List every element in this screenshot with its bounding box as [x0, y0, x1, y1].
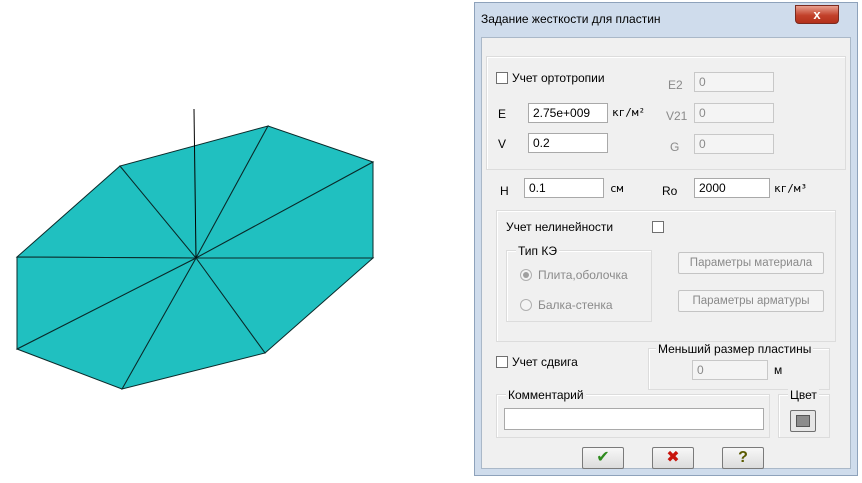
help-icon: ? — [738, 449, 748, 466]
v21-field[interactable]: 0 — [694, 103, 774, 123]
ro-field[interactable]: 2000 — [694, 178, 770, 198]
close-button[interactable]: x — [795, 5, 839, 24]
nonlinearity-label: Учет нелинейности — [506, 220, 614, 234]
model-viewport[interactable] — [0, 0, 470, 480]
e-unit: кг/м² — [612, 106, 646, 119]
radio-wall-beam[interactable] — [520, 299, 532, 311]
cancel-button[interactable]: ✖ — [652, 447, 694, 469]
e2-field[interactable]: 0 — [694, 72, 774, 92]
dialog-client-area: Учет ортотропии E 2.75e+009 кг/м² V 0.2 … — [481, 37, 851, 469]
e2-label: E2 — [668, 78, 683, 92]
min-plate-size-field[interactable]: 0 — [692, 360, 768, 380]
reinforcement-params-button[interactable]: Параметры арматуры — [678, 290, 824, 312]
title-bar[interactable]: Задание жесткости для пластин x — [475, 3, 857, 37]
g-field[interactable]: 0 — [694, 134, 774, 154]
radio-wall-beam-label: Балка-стенка — [538, 298, 613, 312]
v21-label: V21 — [666, 109, 688, 123]
checkmark-icon: ✔ — [596, 449, 610, 466]
plate-mesh-drawing — [15, 108, 375, 390]
nonlinearity-checkbox[interactable] — [652, 221, 664, 233]
e-field[interactable]: 2.75e+009 — [528, 103, 608, 123]
close-icon: ✖ — [666, 449, 680, 466]
h-unit: см — [610, 182, 624, 195]
plate-stiffness-dialog: Задание жесткости для пластин x Учет орт… — [474, 2, 858, 476]
h-label: H — [500, 184, 509, 198]
comment-field[interactable] — [504, 408, 764, 430]
material-params-button[interactable]: Параметры материала — [678, 252, 824, 274]
fe-type-label: Тип КЭ — [516, 244, 559, 258]
ro-unit: кг/м³ — [774, 182, 808, 195]
dialog-title: Задание жесткости для пластин — [481, 12, 661, 26]
orthotropy-label: Учет ортотропии — [512, 71, 605, 85]
e-label: E — [498, 107, 507, 121]
shear-label: Учет сдвига — [512, 355, 578, 369]
color-swatch — [796, 415, 810, 427]
radio-plate-shell[interactable] — [520, 269, 532, 281]
min-plate-size-unit: м — [774, 363, 783, 377]
min-plate-size-label: Меньший размер пластины — [656, 342, 814, 356]
v-field[interactable]: 0.2 — [528, 133, 608, 153]
radio-plate-shell-label: Плита,оболочка — [538, 268, 628, 282]
v-label: V — [498, 137, 507, 151]
color-label: Цвет — [788, 388, 819, 402]
color-picker-button[interactable] — [790, 410, 816, 432]
g-label: G — [670, 140, 680, 154]
comment-label: Комментарий — [506, 388, 586, 402]
ro-label: Ro — [662, 184, 678, 198]
h-field[interactable]: 0.1 — [524, 178, 604, 198]
ok-button[interactable]: ✔ — [582, 447, 624, 469]
help-button[interactable]: ? — [722, 447, 764, 469]
shear-checkbox[interactable] — [496, 356, 508, 368]
orthotropy-checkbox[interactable] — [496, 72, 508, 84]
